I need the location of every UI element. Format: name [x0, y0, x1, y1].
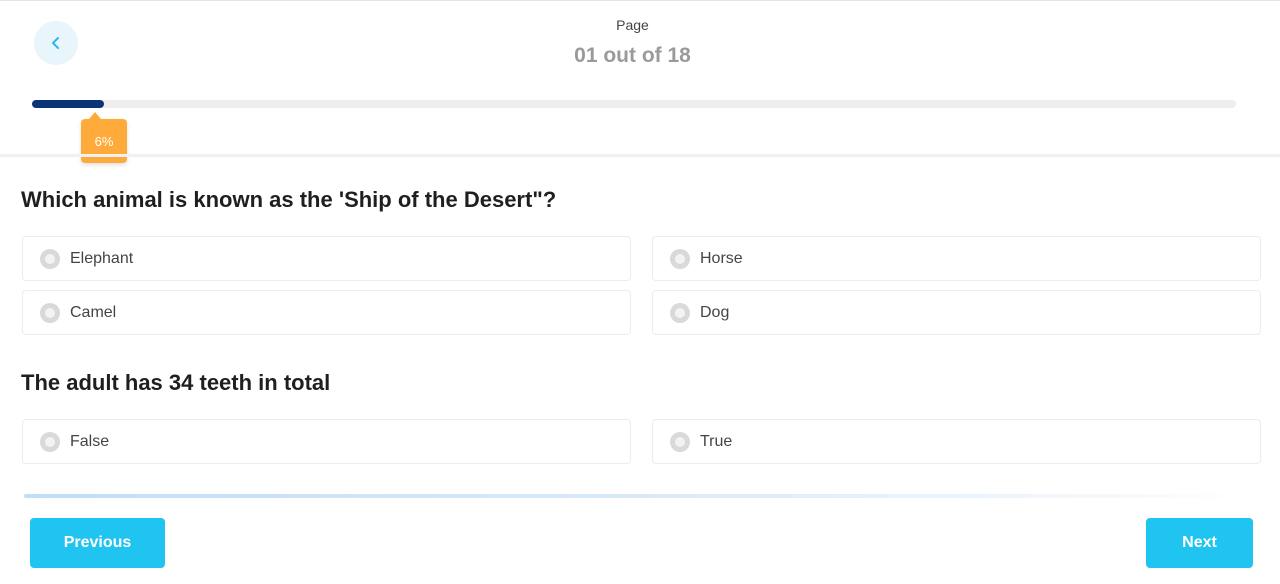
answer-option-camel[interactable]: Camel [22, 290, 631, 335]
page-counter: 01 out of 18 [574, 44, 691, 67]
answer-option-true[interactable]: True [652, 419, 1261, 464]
progress-bar [32, 100, 1236, 108]
option-label: False [70, 432, 110, 450]
question-title: Which animal is known as the 'Ship of th… [21, 187, 557, 212]
footer-divider [24, 494, 1256, 498]
option-label: Horse [700, 249, 743, 267]
page-label: Page [616, 17, 649, 33]
question-title: The adult has 34 teeth in total [21, 370, 331, 395]
next-button[interactable]: Next [1146, 518, 1253, 568]
progress-bar-fill [32, 100, 105, 108]
header-divider [0, 154, 1280, 157]
answer-option-horse[interactable]: Horse [652, 236, 1261, 281]
radio-unselected-icon[interactable] [40, 431, 60, 452]
radio-unselected-icon[interactable] [670, 248, 690, 269]
answer-option-dog[interactable]: Dog [652, 290, 1261, 335]
radio-unselected-icon[interactable] [40, 302, 60, 323]
radio-unselected-icon[interactable] [670, 302, 690, 323]
answer-option-false[interactable]: False [22, 419, 631, 464]
radio-unselected-icon[interactable] [40, 248, 60, 269]
option-label: True [700, 432, 733, 450]
radio-unselected-icon[interactable] [670, 431, 690, 452]
option-label: Dog [700, 303, 730, 321]
answer-option-elephant[interactable]: Elephant [22, 236, 631, 281]
previous-button[interactable]: Previous [30, 518, 165, 568]
option-label: Camel [70, 303, 117, 321]
option-label: Elephant [70, 249, 134, 267]
top-border [0, 0, 1280, 1]
